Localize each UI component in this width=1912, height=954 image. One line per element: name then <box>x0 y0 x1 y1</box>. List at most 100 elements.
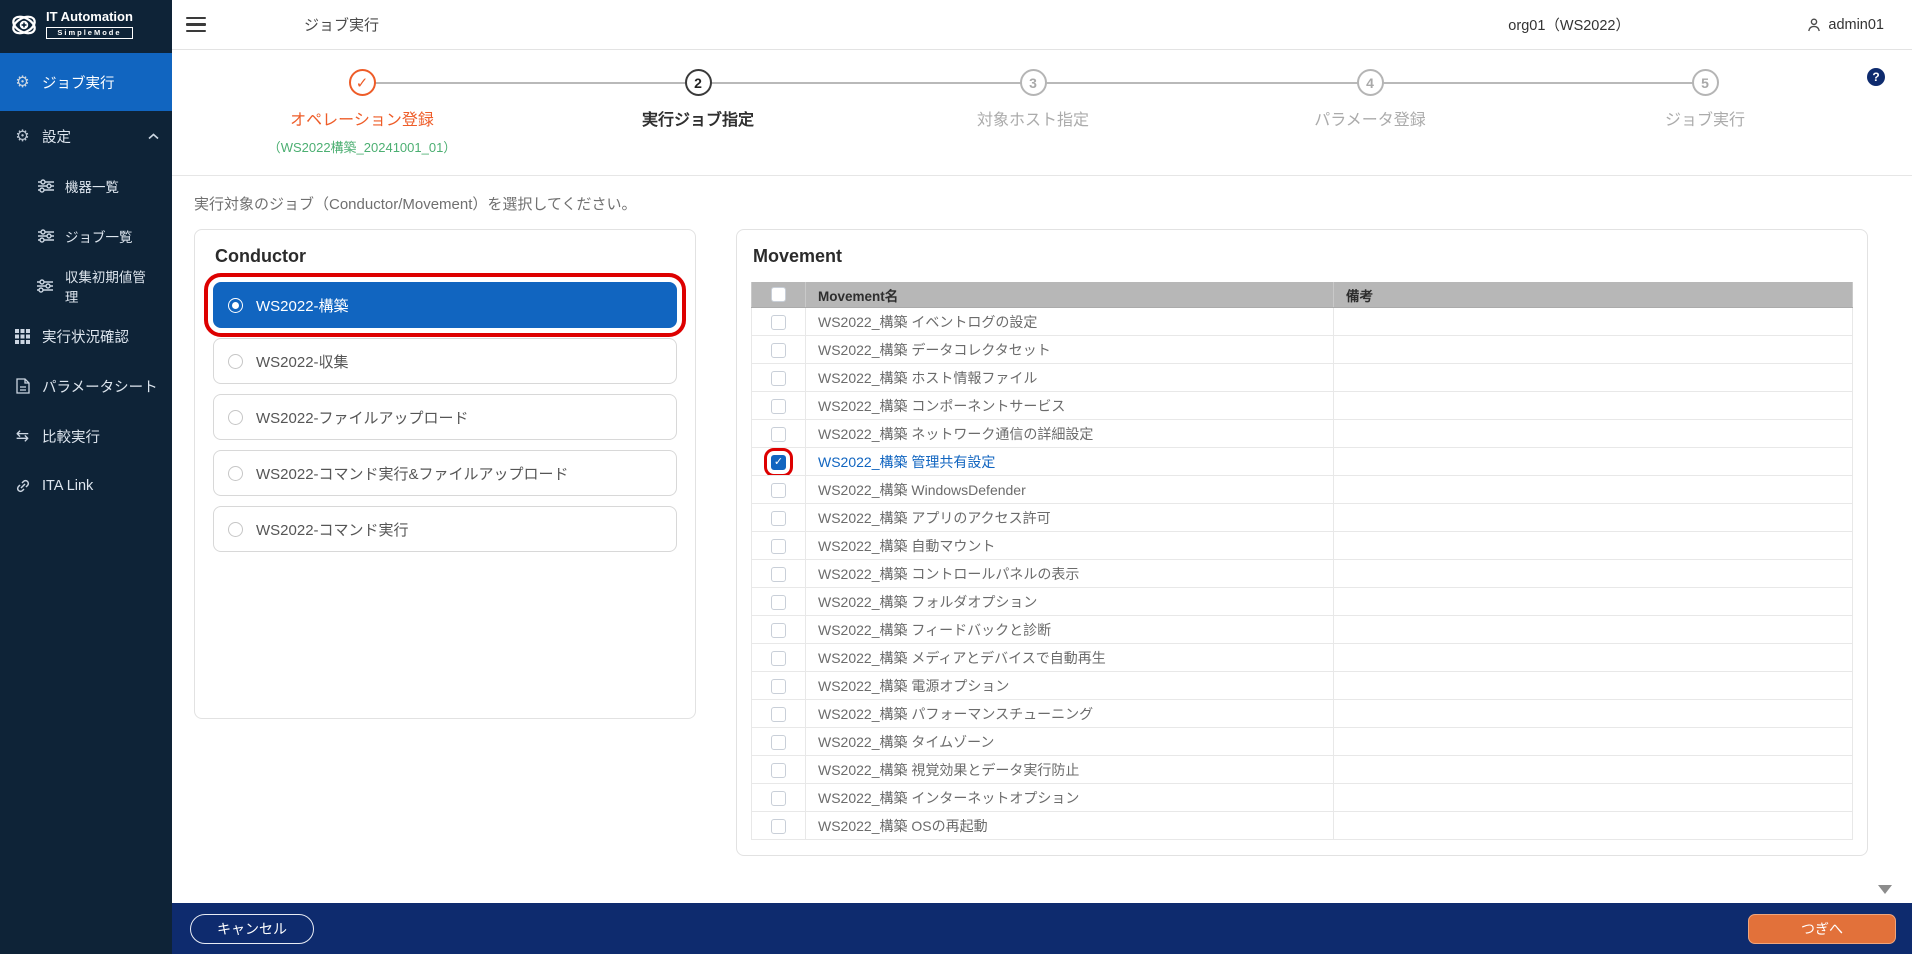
sliders-icon <box>36 229 55 243</box>
movement-row[interactable]: WS2022_構築 自動マウント <box>752 532 1853 560</box>
next-button[interactable]: つぎへ <box>1748 914 1896 944</box>
conductor-panel-title: Conductor <box>215 246 677 267</box>
sidebar-item-collection-defaults[interactable]: 収集初期値管理 <box>0 261 172 311</box>
user-name: admin01 <box>1828 17 1884 33</box>
movement-row[interactable]: WS2022_構築 コンポーネントサービス <box>752 392 1853 420</box>
step-sublabel: （WS2022構築_20241001_01） <box>192 137 532 156</box>
sidebar-item-parameter-sheet[interactable]: パラメータシート <box>0 361 172 411</box>
movement-row[interactable]: WS2022_構築 パフォーマンスチューニング <box>752 700 1853 728</box>
conductor-option[interactable]: WS2022-構築 <box>213 282 677 328</box>
movement-row[interactable]: WS2022_構築 コントロールパネルの表示 <box>752 560 1853 588</box>
step-label: ジョブ実行 <box>1535 106 1875 130</box>
movement-row[interactable]: WS2022_構築 フォルダオプション <box>752 588 1853 616</box>
row-checkbox[interactable] <box>771 735 786 750</box>
remarks-cell <box>1334 784 1853 812</box>
select-all-checkbox[interactable] <box>771 287 786 302</box>
remarks-cell <box>1334 476 1853 504</box>
row-checkbox[interactable] <box>771 791 786 806</box>
movement-row[interactable]: WS2022_構築 WindowsDefender <box>752 476 1853 504</box>
movement-panel-title: Movement <box>753 246 1853 267</box>
movement-row[interactable]: WS2022_構築 イベントログの設定 <box>752 308 1853 336</box>
movement-row[interactable]: WS2022_構築 メディアとデバイスで自動再生 <box>752 644 1853 672</box>
row-checkbox[interactable] <box>771 399 786 414</box>
movement-row[interactable]: WS2022_構築 アプリのアクセス許可 <box>752 504 1853 532</box>
movement-name-cell: WS2022_構築 アプリのアクセス許可 <box>806 504 1334 532</box>
row-checkbox[interactable] <box>771 315 786 330</box>
row-checkbox[interactable] <box>771 483 786 498</box>
step-1: ✓オペレーション登録（WS2022構築_20241001_01） <box>192 69 532 156</box>
row-checkbox[interactable] <box>771 343 786 358</box>
movement-row[interactable]: WS2022_構築 視覚効果とデータ実行防止 <box>752 756 1853 784</box>
sidebar-item-device-list[interactable]: 機器一覧 <box>0 161 172 211</box>
row-checkbox[interactable] <box>771 679 786 694</box>
step-indicator: ✓オペレーション登録（WS2022構築_20241001_01）2実行ジョブ指定… <box>172 49 1912 176</box>
conductor-option[interactable]: WS2022-コマンド実行 <box>213 506 677 552</box>
movement-table: Movement名 備考 WS2022_構築 イベントログの設定WS2022_構… <box>751 282 1853 840</box>
instruction-text: 実行対象のジョブ（Conductor/Movement）を選択してください。 <box>194 193 1896 214</box>
row-checkbox[interactable] <box>771 371 786 386</box>
row-checkbox[interactable] <box>771 763 786 778</box>
movement-row[interactable]: WS2022_構築 フィードバックと診断 <box>752 616 1853 644</box>
app-logo[interactable]: IT Automation SimpleMode <box>0 0 172 49</box>
row-checkbox[interactable] <box>771 707 786 722</box>
sidebar-item-label: 機器一覧 <box>65 176 119 196</box>
cancel-button[interactable]: キャンセル <box>190 914 314 944</box>
row-checkbox[interactable] <box>771 567 786 582</box>
movement-name-cell: WS2022_構築 ホスト情報ファイル <box>806 364 1334 392</box>
top-bar: ジョブ実行 org01（WS2022） admin01 <box>172 0 1912 50</box>
movement-row[interactable]: ✓ WS2022_構築 管理共有設定 <box>752 448 1853 476</box>
sidebar-item-job-run[interactable]: ⚙ジョブ実行 <box>0 53 172 111</box>
movement-row[interactable]: WS2022_構築 データコレクタセット <box>752 336 1853 364</box>
row-checkbox[interactable]: ✓ <box>771 455 786 470</box>
remarks-cell <box>1334 336 1853 364</box>
row-checkbox[interactable] <box>771 595 786 610</box>
movement-row[interactable]: WS2022_構築 電源オプション <box>752 672 1853 700</box>
movement-row[interactable]: WS2022_構築 タイムゾーン <box>752 728 1853 756</box>
movement-name-cell: WS2022_構築 視覚効果とデータ実行防止 <box>806 756 1334 784</box>
movement-name-cell: WS2022_構築 フォルダオプション <box>806 588 1334 616</box>
row-checkbox[interactable] <box>771 427 786 442</box>
sidebar-item-label: 比較実行 <box>42 426 100 447</box>
conductor-option[interactable]: WS2022-ファイルアップロード <box>213 394 677 440</box>
hamburger-menu-icon[interactable] <box>186 17 206 33</box>
row-checkbox[interactable] <box>771 511 786 526</box>
row-checkbox[interactable] <box>771 651 786 666</box>
step-circle: ✓ <box>349 69 376 96</box>
movement-name-cell: WS2022_構築 ネットワーク通信の詳細設定 <box>806 420 1334 448</box>
compare-icon: ⇆ <box>13 428 32 444</box>
row-checkbox[interactable] <box>771 819 786 834</box>
sidebar-item-job-list[interactable]: ジョブ一覧 <box>0 211 172 261</box>
movement-name-cell: WS2022_構築 コンポーネントサービス <box>806 392 1334 420</box>
movement-name-cell: WS2022_構築 フィードバックと診断 <box>806 616 1334 644</box>
conductor-option[interactable]: WS2022-収集 <box>213 338 677 384</box>
step-circle: 3 <box>1020 69 1047 96</box>
sidebar-item-ita-link[interactable]: ITA Link <box>0 461 172 511</box>
movement-row[interactable]: WS2022_構築 ホスト情報ファイル <box>752 364 1853 392</box>
movement-name-cell: WS2022_構築 データコレクタセット <box>806 336 1334 364</box>
movement-row[interactable]: WS2022_構築 ネットワーク通信の詳細設定 <box>752 420 1853 448</box>
movement-name-cell: WS2022_構築 管理共有設定 <box>806 448 1334 476</box>
row-checkbox[interactable] <box>771 539 786 554</box>
sidebar-item-settings[interactable]: ⚙設定 <box>0 111 172 161</box>
user-menu[interactable]: admin01 <box>1806 17 1884 33</box>
sidebar: IT Automation SimpleMode ⚙ジョブ実行⚙設定機器一覧ジョ… <box>0 0 172 954</box>
sidebar-item-label: パラメータシート <box>42 376 158 397</box>
step-4: 4パラメータ登録 <box>1200 69 1540 130</box>
sidebar-item-compare-run[interactable]: ⇆ 比較実行 <box>0 411 172 461</box>
movement-name-cell: WS2022_構築 自動マウント <box>806 532 1334 560</box>
step-2: 2実行ジョブ指定 <box>528 69 868 130</box>
step-label: パラメータ登録 <box>1200 106 1540 130</box>
conductor-option[interactable]: WS2022-コマンド実行&ファイルアップロード <box>213 450 677 496</box>
radio-icon <box>228 522 243 537</box>
remarks-cell <box>1334 812 1853 840</box>
logo-title: IT Automation <box>46 10 133 24</box>
row-checkbox[interactable] <box>771 623 786 638</box>
help-icon[interactable]: ? <box>1867 68 1885 86</box>
movement-row[interactable]: WS2022_構築 インターネットオプション <box>752 784 1853 812</box>
org-label: org01（WS2022） <box>1508 14 1630 35</box>
scrollbar-down-arrow-icon[interactable] <box>1878 885 1892 894</box>
sidebar-item-label: 設定 <box>42 126 71 147</box>
sidebar-item-execution-status[interactable]: 実行状況確認 <box>0 311 172 361</box>
movement-row[interactable]: WS2022_構築 OSの再起動 <box>752 812 1853 840</box>
movement-table-header-row: Movement名 備考 <box>752 282 1853 308</box>
